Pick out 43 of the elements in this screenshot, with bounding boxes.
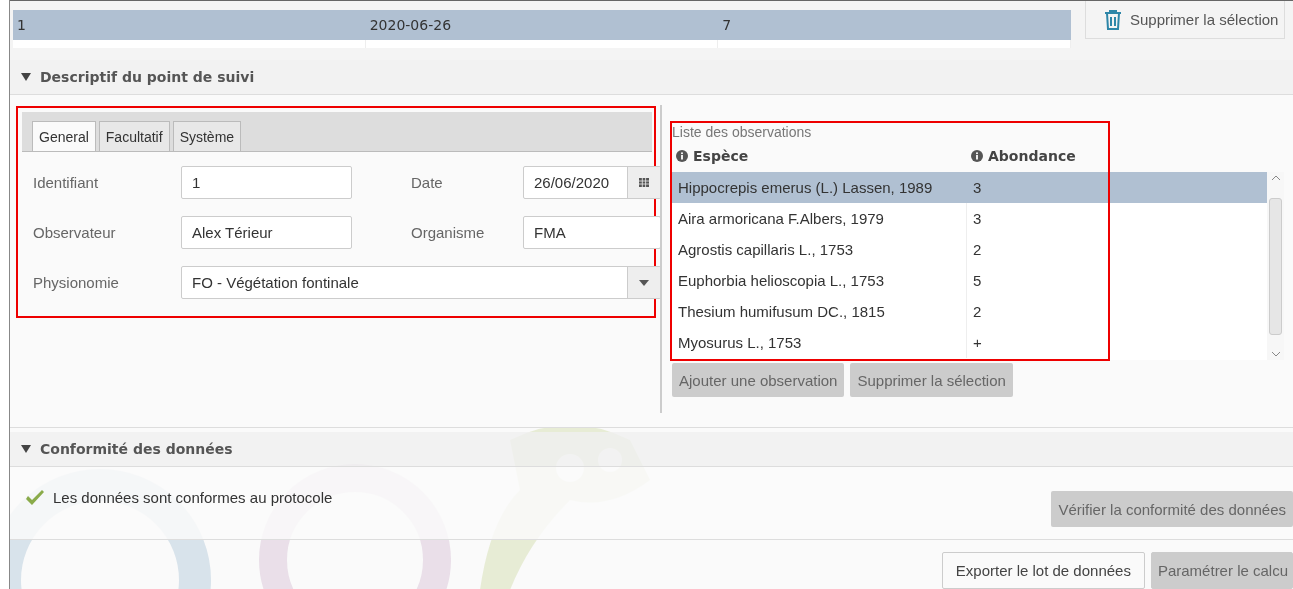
list-label: Liste des observations bbox=[672, 123, 813, 142]
tab[interactable]: Système bbox=[172, 121, 242, 151]
column-header[interactable]: Abondance bbox=[967, 148, 1107, 164]
table-cell: Myosurus L., 1753 bbox=[672, 327, 967, 358]
calendar-icon bbox=[639, 178, 649, 187]
input-field[interactable]: 1 bbox=[181, 166, 352, 199]
tab[interactable]: General bbox=[32, 121, 96, 151]
table-cell-text: 3 bbox=[972, 178, 983, 198]
footer-button[interactable]: Exporter le lot de données bbox=[941, 552, 1145, 589]
scroll-down-icon[interactable] bbox=[1270, 351, 1281, 357]
table-cell-text: Hippocrepis emerus (L.) Lassen, 1989 bbox=[677, 178, 934, 198]
status-message: Les données sont conformes au protocole bbox=[53, 488, 333, 506]
table-cell-text: 7 bbox=[721, 17, 733, 33]
caret-icon bbox=[639, 279, 649, 286]
table-row[interactable]: Hippocrepis emerus (L.) Lassen, 1989 3 bbox=[672, 172, 1267, 203]
trash-icon bbox=[1104, 8, 1122, 31]
delete-selection-button[interactable]: Supprimer la sélection bbox=[1085, 1, 1286, 39]
info-icon bbox=[676, 150, 688, 162]
table-cell-text: 2 bbox=[972, 302, 983, 322]
table-cell-text: 3 bbox=[972, 209, 983, 229]
field-label: Physionomie bbox=[33, 274, 120, 291]
table-cell-text: 2 bbox=[972, 240, 983, 260]
column-header[interactable]: Espèce bbox=[672, 148, 967, 164]
section-title: Conformité des données bbox=[40, 441, 233, 457]
field-label: Observateur bbox=[33, 224, 117, 241]
table-cell-text: 2020-06-26 bbox=[368, 17, 453, 33]
field-label: Identifiant bbox=[33, 174, 100, 191]
input-field[interactable]: FMA bbox=[523, 216, 661, 249]
info-icon bbox=[971, 150, 983, 162]
section-header[interactable]: Descriptif du point de suivi bbox=[10, 60, 1293, 95]
scroll-up-icon[interactable] bbox=[1270, 175, 1281, 181]
table-row[interactable]: 1 2020-06-26 7 bbox=[13, 10, 1071, 40]
table-cell-text: + bbox=[972, 333, 983, 353]
field-label: Organisme bbox=[410, 224, 486, 241]
field-label: Date bbox=[410, 174, 444, 191]
dropdown[interactable]: FO - Végétation fontinale bbox=[181, 266, 661, 299]
table-cell-text: 1 bbox=[16, 17, 27, 33]
section-title: Descriptif du point de suivi bbox=[40, 69, 255, 85]
section-header[interactable]: Conformité des données bbox=[10, 432, 1293, 467]
input-field[interactable]: Alex Térieur bbox=[181, 216, 352, 249]
table-cell-text: 5 bbox=[972, 271, 983, 291]
date-field[interactable]: 26/06/2020 bbox=[523, 166, 661, 199]
tab[interactable]: Facultatif bbox=[98, 121, 170, 151]
